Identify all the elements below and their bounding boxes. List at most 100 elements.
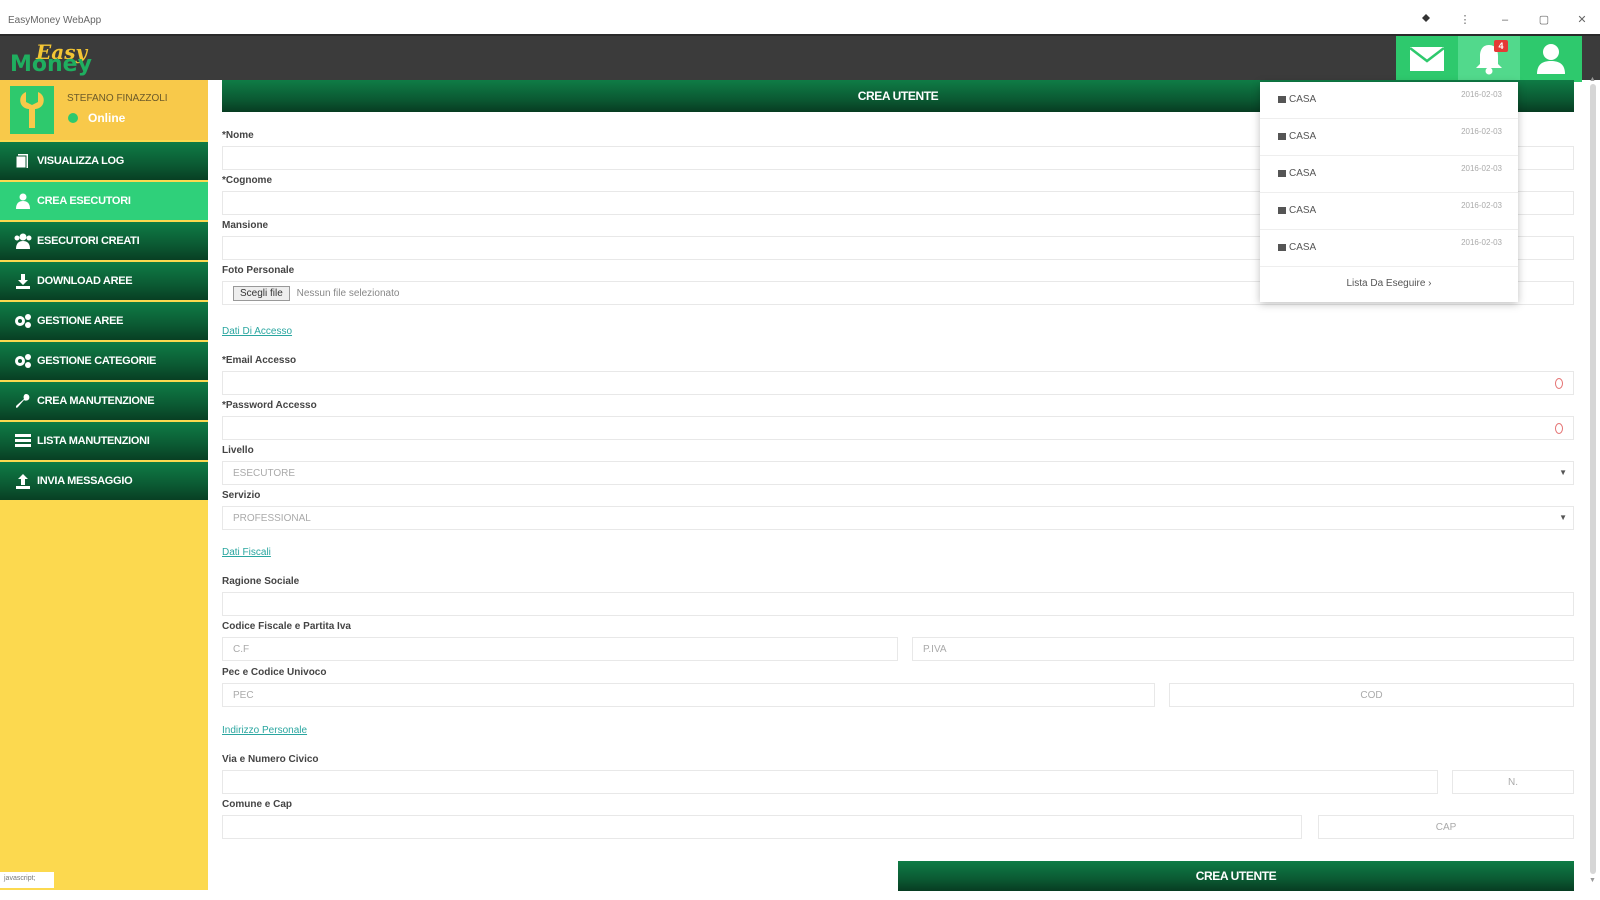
category-icon — [1278, 244, 1286, 251]
messages-button[interactable] — [1396, 36, 1458, 82]
livello-value: ESECUTORE — [233, 468, 296, 479]
notification-date: 2016-02-03 — [1461, 90, 1502, 99]
choose-file-button[interactable]: Scegli file — [233, 286, 290, 301]
sidebar-item-crea-manutenzione[interactable]: CREA MANUTENZIONE — [0, 382, 208, 420]
comune-input[interactable] — [222, 815, 1302, 839]
notifications-dropdown: CASA 2016-02-03 CASA 2016-02-03 CASA 201… — [1260, 82, 1518, 302]
sidebar-item-gestione-aree[interactable]: GESTIONE AREE — [0, 302, 208, 340]
pec-input[interactable]: PEC — [222, 683, 1155, 707]
window-titlebar: EasyMoney WebApp ⋮ – ▢ ✕ — [0, 0, 1600, 34]
cod-input[interactable]: COD — [1169, 683, 1574, 707]
sidebar-item-label: DOWNLOAD AREE — [37, 275, 133, 287]
ragione-sociale-input[interactable] — [222, 592, 1574, 616]
notification-item[interactable]: CASA 2016-02-03 — [1260, 119, 1518, 156]
via-input[interactable] — [222, 770, 1438, 794]
notification-item[interactable]: CASA 2016-02-03 — [1260, 230, 1518, 267]
cod-placeholder: COD — [1360, 690, 1383, 701]
civico-input[interactable]: N. — [1452, 770, 1574, 794]
sidebar-item-label: CREA ESECUTORI — [37, 195, 131, 207]
list-icon — [14, 432, 32, 450]
warning-icon — [1555, 423, 1563, 434]
notification-item[interactable]: CASA 2016-02-03 — [1260, 193, 1518, 230]
envelope-icon — [1409, 47, 1445, 71]
cf-input[interactable]: C.F — [222, 637, 898, 661]
category-icon — [1278, 207, 1286, 214]
minimize-button[interactable]: – — [1494, 12, 1516, 28]
dati-accesso-link[interactable]: Dati Di Accesso — [222, 326, 292, 337]
servizio-select[interactable]: PROFESSIONAL ▼ — [222, 506, 1574, 530]
piva-input[interactable]: P.IVA — [912, 637, 1574, 661]
sidebar-item-label: CREA MANUTENZIONE — [37, 395, 155, 407]
logo-text-bottom: Money — [10, 52, 92, 77]
extension-icon[interactable] — [1415, 12, 1437, 28]
pec-label: Pec e Codice Univoco — [222, 667, 327, 678]
cf-placeholder: C.F — [233, 644, 250, 655]
notification-item[interactable]: CASA 2016-02-03 — [1260, 82, 1518, 119]
chevron-down-icon: ▼ — [1559, 513, 1567, 522]
livello-label: Livello — [222, 445, 254, 456]
notification-title: CASA — [1289, 205, 1317, 216]
email-label: *Email Accesso — [222, 355, 297, 366]
window-title: EasyMoney WebApp — [8, 15, 102, 26]
sidebar-item-label: GESTIONE CATEGORIE — [37, 355, 157, 367]
user-status-label: Online — [88, 111, 126, 125]
sidebar-item-invia-messaggio[interactable]: INVIA MESSAGGIO — [0, 462, 208, 500]
email-input[interactable] — [222, 371, 1574, 395]
livello-select[interactable]: ESECUTORE ▼ — [222, 461, 1574, 485]
cf-piva-label: Codice Fiscale e Partita Iva — [222, 621, 351, 632]
lista-da-eseguire-link[interactable]: Lista Da Eseguire › — [1260, 267, 1518, 300]
category-icon — [1278, 133, 1286, 140]
users-icon — [14, 232, 32, 250]
gears-icon — [14, 312, 32, 330]
warning-icon — [1555, 378, 1563, 389]
foto-label: Foto Personale — [222, 265, 295, 276]
sidebar-item-label: VISUALIZZA LOG — [37, 155, 125, 167]
sidebar-item-crea-esecutori[interactable]: CREA ESECUTORI — [0, 182, 208, 220]
user-name: STEFANO FINAZZOLI — [67, 93, 168, 104]
scroll-up-icon[interactable]: ▲ — [1589, 76, 1596, 83]
close-button[interactable]: ✕ — [1571, 12, 1593, 28]
sidebar-item-gestione-categorie[interactable]: GESTIONE CATEGORIE — [0, 342, 208, 380]
sidebar: STEFANO FINAZZOLI Online VISUALIZZA LOG … — [0, 80, 208, 890]
more-menu-icon[interactable]: ⋮ — [1454, 12, 1476, 28]
user-panel: STEFANO FINAZZOLI Online — [0, 80, 208, 140]
cap-placeholder: CAP — [1435, 822, 1457, 833]
profile-button[interactable] — [1520, 36, 1582, 82]
notification-date: 2016-02-03 — [1461, 164, 1502, 173]
chevron-down-icon: ▼ — [1559, 468, 1567, 477]
password-input[interactable] — [222, 416, 1574, 440]
notification-title: CASA — [1289, 242, 1317, 253]
notification-date: 2016-02-03 — [1461, 201, 1502, 210]
cognome-label: *Cognome — [222, 175, 272, 186]
user-avatar — [10, 86, 54, 134]
crea-utente-button[interactable]: CREA UTENTE — [898, 861, 1574, 891]
sidebar-item-visualizza-log[interactable]: VISUALIZZA LOG — [0, 142, 208, 180]
nome-label: *Nome — [222, 130, 254, 141]
dati-fiscali-link[interactable]: Dati Fiscali — [222, 547, 271, 558]
sidebar-menu: VISUALIZZA LOG CREA ESECUTORI ESECUTORI … — [0, 142, 208, 502]
sidebar-item-download-aree[interactable]: DOWNLOAD AREE — [0, 262, 208, 300]
wrench-icon — [14, 392, 32, 410]
page-scrollbar[interactable]: ▲ ▼ — [1586, 76, 1600, 890]
piva-placeholder: P.IVA — [923, 644, 947, 655]
file-icon — [14, 152, 32, 170]
upload-icon — [14, 472, 32, 490]
maximize-button[interactable]: ▢ — [1533, 12, 1555, 28]
notification-date: 2016-02-03 — [1461, 127, 1502, 136]
sidebar-item-esecutori-creati[interactable]: ESECUTORI CREATI — [0, 222, 208, 260]
sidebar-item-lista-manutenzioni[interactable]: LISTA MANUTENZIONI — [0, 422, 208, 460]
notification-date: 2016-02-03 — [1461, 238, 1502, 247]
password-label: *Password Accesso — [222, 400, 317, 411]
scroll-down-icon[interactable]: ▼ — [1589, 877, 1596, 884]
pec-placeholder: PEC — [233, 690, 254, 701]
app-logo[interactable]: Easy Money — [8, 40, 92, 78]
notification-item[interactable]: CASA 2016-02-03 — [1260, 156, 1518, 193]
notifications-button[interactable]: 4 — [1458, 36, 1520, 82]
scrollbar-thumb[interactable] — [1590, 84, 1596, 874]
indirizzo-link[interactable]: Indirizzo Personale — [222, 725, 307, 736]
sidebar-item-label: INVIA MESSAGGIO — [37, 475, 133, 487]
sidebar-item-label: LISTA MANUTENZIONI — [37, 435, 150, 447]
ragione-sociale-label: Ragione Sociale — [222, 576, 300, 587]
via-label: Via e Numero Civico — [222, 754, 319, 765]
cap-input[interactable]: CAP — [1318, 815, 1574, 839]
